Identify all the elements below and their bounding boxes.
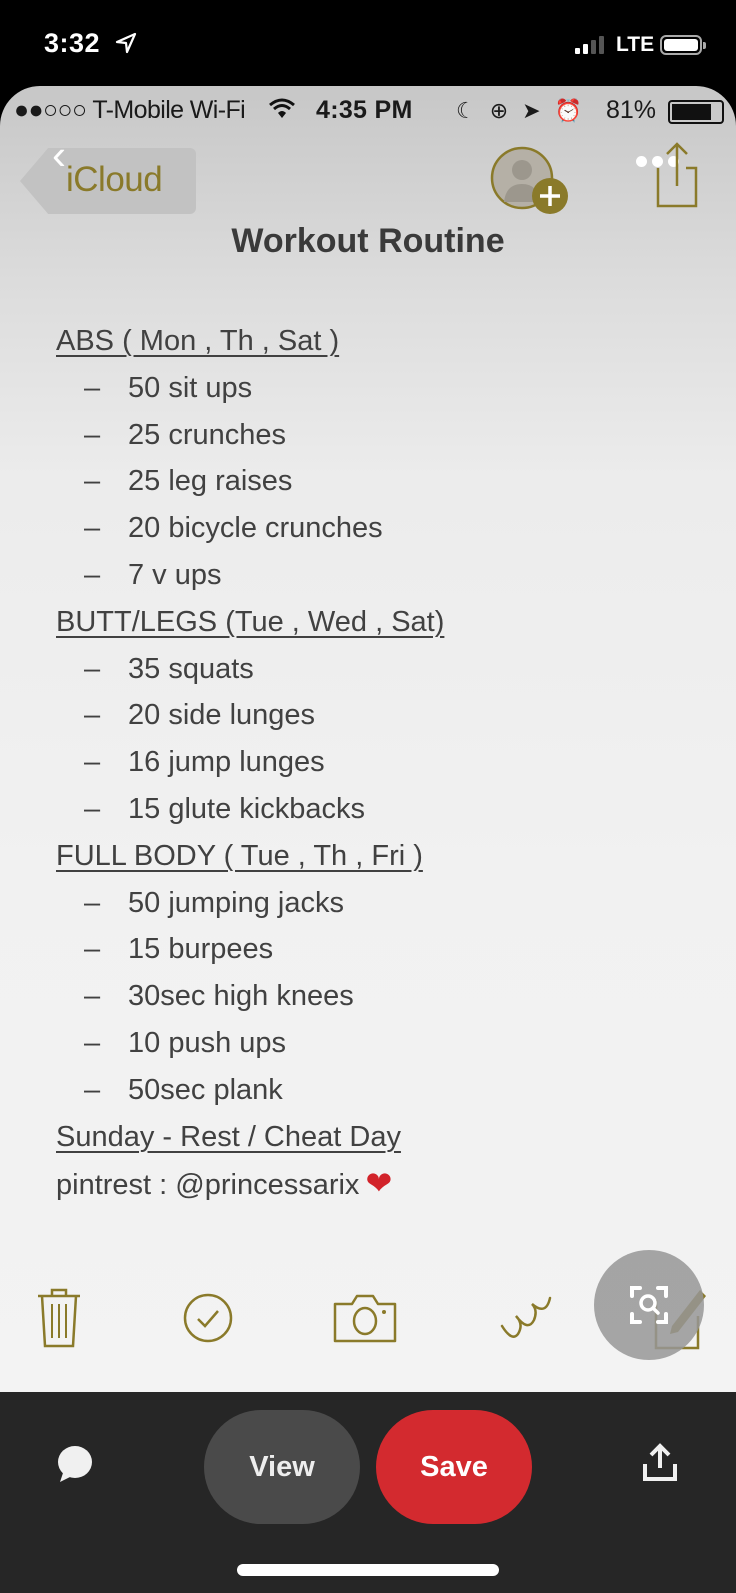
list-item: –10 push ups [84,1026,287,1059]
save-button[interactable]: Save [376,1410,532,1524]
list-item: –50 sit ups [84,371,253,404]
rest-day-heading: Sunday - Rest / Cheat Day [56,1120,401,1153]
list-item: –15 glute kickbacks [84,792,365,825]
battery-percent: 81% [606,96,657,124]
credit-line: pintrest : @princessarix ❤ [56,1160,444,1207]
list-item: –20 bicycle crunches [84,512,383,545]
note-screenshot[interactable]: ●●○○○ T-Mobile Wi-Fi 4:35 PM ☾ ⊕ ➤ ⏰ 81%… [0,86,736,1392]
note-title: Workout Routine [231,222,505,260]
wifi-icon [269,98,295,118]
inner-time: 4:35 PM [316,96,413,124]
section-heading: FULL BODY ( Tue , Th , Fri ) [56,839,423,872]
outer-time: 3:32 [44,28,101,58]
list-item: –25 leg raises [84,465,293,498]
view-button[interactable]: View [204,1410,360,1524]
inner-status-bar: ●●○○○ T-Mobile Wi-Fi 4:35 PM ☾ ⊕ ➤ ⏰ 81% [0,94,736,124]
list-item: –35 squats [84,652,254,685]
upload-icon[interactable] [642,1442,678,1482]
outer-status-bar: 3:32 LTE [0,0,736,90]
heart-icon: ❤ [365,1165,393,1202]
chevron-left-icon[interactable]: ‹ [52,134,66,176]
add-person-icon[interactable] [490,146,576,218]
back-label[interactable]: iCloud [66,160,163,200]
visual-search-button[interactable] [594,1250,704,1360]
section-heading: BUTT/LEGS (Tue , Wed , Sat) [56,605,445,638]
list-item: –16 jump lunges [84,746,325,779]
list-item: –20 side lunges [84,699,316,732]
credit-text: pintrest : @princessarix [56,1169,360,1202]
list-item: –50sec plank [84,1073,283,1106]
list-item: –7 v ups [84,558,222,591]
status-icons: ☾ ⊕ ➤ ⏰ [456,98,582,124]
list-item: –25 crunches [84,418,286,451]
alarm-icon: ⏰ [554,98,583,123]
location-icon: ➤ [522,98,541,123]
rotation-lock-icon: ⊕ [489,98,509,123]
list-item: –15 burpees [84,933,274,966]
checklist-icon[interactable] [182,1292,234,1344]
inner-battery-icon [668,100,724,124]
carrier-label: ●●○○○ T-Mobile Wi-Fi [14,96,246,124]
network-type: LTE [616,33,655,56]
share-icon[interactable] [650,138,700,210]
note-body[interactable]: ABS ( Mon , Th , Sat ) –50 sit ups –25 c… [56,318,444,1207]
moon-icon: ☾ [456,98,476,123]
list-item: –30sec high knees [84,980,354,1013]
location-arrow-icon [115,32,137,54]
trash-icon[interactable] [36,1286,82,1350]
camera-icon[interactable] [332,1292,398,1344]
section-heading: ABS ( Mon , Th , Sat ) [56,325,340,357]
home-indicator[interactable] [237,1564,499,1576]
sketch-icon[interactable] [498,1286,558,1346]
bottom-action-bar: View Save [0,1392,736,1593]
visual-search-icon [630,1286,668,1324]
list-item: –50 jumping jacks [84,886,344,919]
signal-strength-icon [575,36,604,54]
comment-icon[interactable] [54,1444,94,1484]
battery-icon [660,35,706,55]
